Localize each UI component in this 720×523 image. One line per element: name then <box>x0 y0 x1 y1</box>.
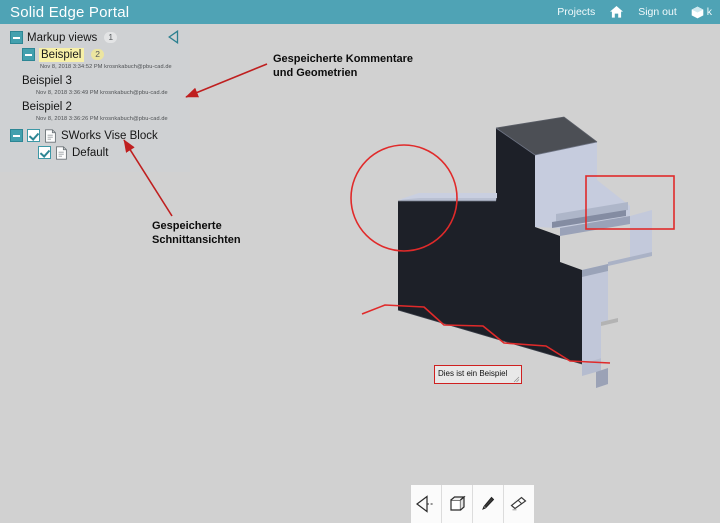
app-header: Solid Edge Portal Projects Sign out k <box>0 0 720 24</box>
pencil-tool[interactable] <box>473 485 504 523</box>
beispiel-label: Beispiel <box>39 47 85 62</box>
user-menu[interactable]: k <box>691 6 712 19</box>
beispiel-badge: 2 <box>91 49 105 60</box>
vise-block-toggle-icon[interactable] <box>10 129 23 142</box>
cube-icon <box>691 6 704 19</box>
user-name: k <box>706 6 712 18</box>
projects-link[interactable]: Projects <box>557 6 595 18</box>
tree-node-beispiel-3[interactable]: Beispiel 3 <box>0 72 190 89</box>
3d-view-tool[interactable] <box>442 485 473 523</box>
annotation-sections-label: Gespeicherte Schnittansichten <box>152 220 241 246</box>
eraser-icon <box>509 495 529 513</box>
markup-views-toggle-icon[interactable] <box>10 31 23 44</box>
section-view-tool[interactable] <box>411 485 442 523</box>
beispiel-toggle-icon[interactable] <box>22 48 35 61</box>
collapse-left-arrow-icon[interactable] <box>167 29 180 45</box>
annotation-comments-label: Gespeicherte Kommentare und Geometrien <box>273 53 413 79</box>
beispiel-2-meta: Nov 8, 2018 3:36:26 PM krosnkabuch@pbu-c… <box>36 116 168 122</box>
markup-views-badge: 1 <box>104 32 118 43</box>
default-label: Default <box>72 146 109 159</box>
beispiel-3-meta: Nov 8, 2018 3:36:49 PM krosnkabuch@pbu-c… <box>36 90 168 96</box>
tree-node-markup-views[interactable]: Markup views 1 <box>0 29 190 46</box>
vise-block-label: SWorks Vise Block <box>61 129 158 142</box>
markup-tree-panel: Markup views 1 Beispiel 2 Nov 8, 2018 3:… <box>0 24 190 172</box>
resize-grip-icon[interactable] <box>513 376 520 383</box>
tree-node-sworks-vise-block[interactable]: SWorks Vise Block <box>0 127 190 144</box>
app-title: Solid Edge Portal <box>10 3 130 21</box>
default-checkbox[interactable] <box>38 146 51 159</box>
beispiel-3-label: Beispiel 3 <box>22 74 72 87</box>
document-icon <box>55 145 68 160</box>
vise-block-checkbox[interactable] <box>27 129 40 142</box>
markup-toolbar <box>411 485 534 523</box>
pencil-icon <box>480 495 496 513</box>
signout-link[interactable]: Sign out <box>638 6 677 18</box>
beispiel-meta: Nov 8, 2018 3:34:52 PM krosnkabuch@pbu-c… <box>40 64 172 70</box>
tree-node-beispiel[interactable]: Beispiel 2 <box>0 46 190 63</box>
document-icon <box>44 128 57 143</box>
eraser-tool[interactable] <box>504 485 534 523</box>
markup-textbox[interactable]: Dies ist ein Beispiel <box>434 365 522 384</box>
header-nav: Projects Sign out k <box>557 5 714 19</box>
markup-textbox-value: Dies ist ein Beispiel <box>438 369 508 378</box>
section-plane-icon <box>416 495 436 513</box>
home-icon[interactable] <box>609 5 624 19</box>
tree-node-beispiel-2[interactable]: Beispiel 2 <box>0 98 190 115</box>
markup-views-label: Markup views <box>27 31 98 44</box>
beispiel-2-label: Beispiel 2 <box>22 100 72 113</box>
tree-node-default[interactable]: Default <box>0 144 190 161</box>
cube-icon <box>448 495 466 513</box>
